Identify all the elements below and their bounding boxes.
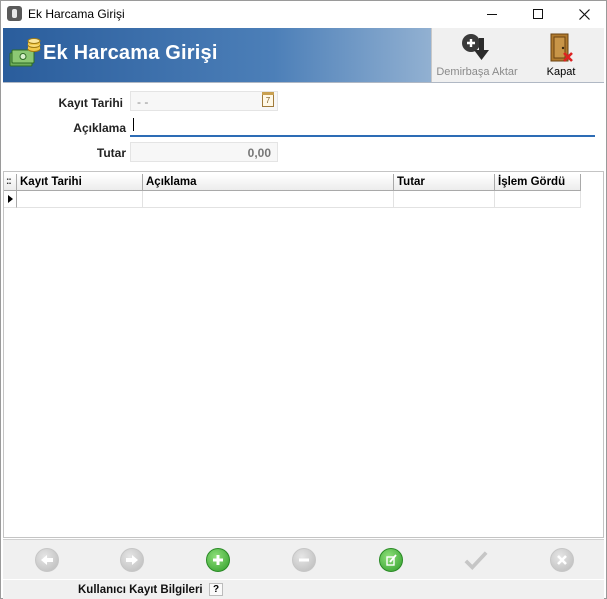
footer-bar: Kullanıcı Kayıt Bilgileri ?	[3, 580, 604, 599]
prev-icon	[41, 555, 53, 565]
demirbasa-aktar-button[interactable]: Demirbaşa Aktar	[436, 28, 518, 82]
edit-icon	[386, 554, 397, 566]
page-title: Ek Harcama Girişi	[43, 42, 218, 64]
money-icon	[9, 38, 41, 67]
add-button[interactable]	[206, 548, 230, 572]
next-button[interactable]	[120, 548, 144, 572]
table-cell[interactable]	[394, 191, 495, 208]
table-row[interactable]	[4, 191, 581, 208]
window-title: Ek Harcama Girişi	[28, 7, 125, 21]
grid-corner[interactable]: ::	[4, 174, 17, 191]
demirbasa-aktar-label: Demirbaşa Aktar	[436, 66, 518, 78]
grid-header: :: Kayıt Tarihi Açıklama Tutar İşlem Gör…	[4, 174, 581, 191]
column-header-aciklama[interactable]: Açıklama	[143, 174, 394, 191]
calendar-icon[interactable]: 7	[262, 92, 274, 107]
close-icon	[578, 8, 590, 20]
maximize-button[interactable]	[515, 1, 561, 27]
delete-icon	[299, 558, 309, 562]
column-header-kayit-tarihi[interactable]: Kayıt Tarihi	[17, 174, 143, 191]
help-button[interactable]: ?	[209, 583, 223, 596]
kapat-button[interactable]: Kapat	[538, 28, 584, 82]
text-caret	[133, 118, 134, 131]
row-indicator-icon	[4, 191, 17, 208]
table-cell[interactable]	[17, 191, 143, 208]
aciklama-input[interactable]	[130, 116, 595, 137]
kayit-tarihi-value: - -	[137, 95, 149, 109]
table-cell[interactable]	[495, 191, 581, 208]
minimize-icon	[487, 13, 497, 15]
maximize-icon	[533, 9, 543, 19]
tutar-field[interactable]: 0,00	[130, 142, 278, 162]
add-icon	[213, 555, 223, 565]
header-banner: Ek Harcama Girişi Demirbaşa Aktar Kapat	[3, 28, 604, 83]
edit-button[interactable]	[379, 548, 403, 572]
next-icon	[126, 555, 138, 565]
confirm-icon	[464, 551, 488, 571]
kullanici-kayit-bilgileri-label: Kullanıcı Kayıt Bilgileri	[78, 584, 203, 596]
close-button[interactable]	[561, 1, 607, 27]
tutar-label: Tutar	[96, 146, 126, 160]
cancel-icon	[557, 555, 567, 565]
exit-door-icon	[550, 33, 573, 62]
app-icon	[7, 6, 22, 21]
minimize-button[interactable]	[469, 1, 515, 27]
kayit-tarihi-label: Kayıt Tarihi	[58, 96, 123, 110]
confirm-button[interactable]	[464, 548, 488, 572]
tutar-value: 0,00	[247, 146, 271, 160]
column-header-tutar[interactable]: Tutar	[394, 174, 495, 191]
toolbar: Demirbaşa Aktar Kapat	[431, 28, 604, 82]
prev-button[interactable]	[35, 548, 59, 572]
transfer-icon	[462, 34, 489, 60]
aciklama-label: Açıklama	[73, 121, 126, 135]
app-window: Ek Harcama Girişi Ek Harcama Girişi Demi…	[0, 0, 607, 599]
cancel-button[interactable]	[550, 548, 574, 572]
table-cell[interactable]	[143, 191, 394, 208]
kapat-label: Kapat	[546, 66, 576, 78]
delete-button[interactable]	[292, 548, 316, 572]
data-grid[interactable]: :: Kayıt Tarihi Açıklama Tutar İşlem Gör…	[3, 171, 604, 538]
kayit-tarihi-field[interactable]: - - 7	[130, 91, 278, 111]
title-bar: Ek Harcama Girişi	[1, 1, 606, 27]
column-header-islem-gordu[interactable]: İşlem Gördü	[495, 174, 581, 191]
record-navigator	[3, 539, 604, 579]
